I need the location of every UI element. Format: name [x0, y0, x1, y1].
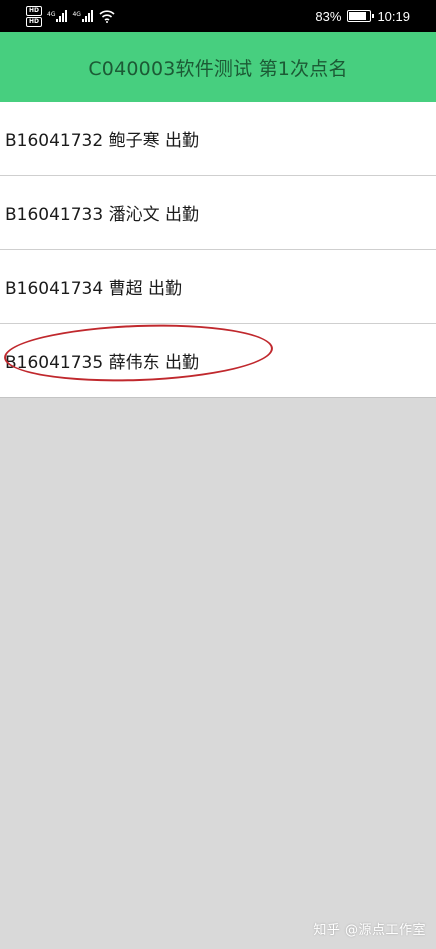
- signal-group-1: 4G: [47, 10, 68, 22]
- battery-icon: [347, 10, 375, 22]
- list-item-label: B16041734 曹超 出勤: [5, 279, 182, 299]
- list-item-label: B16041732 鲍子寒 出勤: [5, 131, 199, 151]
- page-title: C040003软件测试 第1次点名: [88, 57, 348, 80]
- clock: 10:19: [377, 8, 410, 24]
- status-bar: HD HD 4G 4G 83% 10:19: [0, 0, 436, 32]
- cellular-signal-icon: [81, 10, 93, 22]
- title-bar: C040003软件测试 第1次点名: [0, 32, 436, 102]
- list-item-label: B16041733 潘沁文 出勤: [5, 205, 199, 225]
- hd-badge: HD: [26, 16, 42, 27]
- status-bar-left: HD HD 4G 4G: [26, 4, 115, 28]
- network-type: 4G: [72, 11, 81, 18]
- cellular-signal-icon: [56, 10, 68, 22]
- list-item[interactable]: B16041735 薛伟东 出勤: [0, 324, 436, 398]
- list-item[interactable]: B16041734 曹超 出勤: [0, 250, 436, 324]
- attendance-list: B16041732 鲍子寒 出勤 B16041733 潘沁文 出勤 B16041…: [0, 102, 436, 398]
- wifi-icon: [99, 10, 115, 23]
- network-type: 4G: [47, 11, 56, 18]
- signal-group-2: 4G: [72, 10, 93, 22]
- list-item-label: B16041735 薛伟东 出勤: [5, 353, 199, 373]
- list-item[interactable]: B16041732 鲍子寒 出勤: [0, 102, 436, 176]
- hd-badge: HD: [26, 5, 42, 16]
- battery-fill: [349, 12, 367, 20]
- battery-percent: 83%: [315, 8, 342, 24]
- status-bar-right: 83% 10:19: [315, 0, 410, 32]
- watermark: 知乎 @源点工作室: [313, 923, 426, 938]
- hd-badges: HD HD: [26, 5, 42, 27]
- list-item[interactable]: B16041733 潘沁文 出勤: [0, 176, 436, 250]
